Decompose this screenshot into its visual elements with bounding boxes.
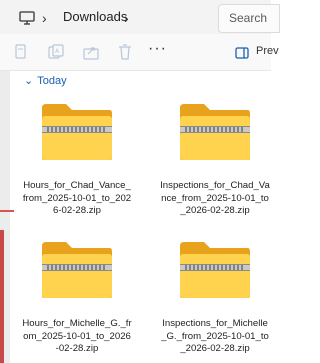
zip-folder-icon — [42, 104, 112, 160]
background-window-edge — [0, 210, 14, 212]
zip-folder-icon — [180, 242, 250, 298]
file-name: Inspections_for_Michelle_G._from_2025-10… — [161, 318, 269, 354]
zip-folder-icon — [180, 104, 250, 160]
file-name: Hours_for_Michelle_G._from_2025-10-01_to… — [22, 318, 132, 354]
file-name: Inspections_for_Chad_Vance_from_2025-10-… — [160, 180, 270, 216]
more-options-button[interactable]: ··· — [148, 40, 167, 58]
group-label: Today — [37, 75, 67, 87]
breadcrumb-chevron-icon[interactable]: › — [42, 10, 47, 26]
share-icon[interactable] — [83, 44, 99, 65]
file-name: Hours_for_Chad_Vance_from_2025-10-01_to_… — [22, 180, 132, 216]
this-pc-icon[interactable] — [19, 11, 35, 30]
group-header-today[interactable]: ⌄ Today — [24, 74, 67, 87]
address-bar: › Downloads › Search — [0, 0, 280, 35]
breadcrumb-downloads[interactable]: Downloads — [63, 9, 127, 24]
delete-icon[interactable] — [118, 44, 132, 65]
cut-icon[interactable] — [14, 44, 28, 65]
preview-button-label[interactable]: Prev — [256, 45, 279, 57]
chevron-down-icon: ⌄ — [24, 75, 34, 87]
search-placeholder: Search — [229, 11, 268, 25]
background-window-fragment — [0, 230, 4, 363]
zip-folder-icon — [42, 242, 112, 298]
copy-icon[interactable]: A — [48, 44, 64, 65]
search-input[interactable]: Search — [218, 4, 280, 33]
command-bar: A ··· Prev — [0, 34, 279, 71]
breadcrumb-chevron-icon[interactable]: › — [124, 10, 129, 26]
preview-pane-icon[interactable] — [235, 46, 249, 64]
